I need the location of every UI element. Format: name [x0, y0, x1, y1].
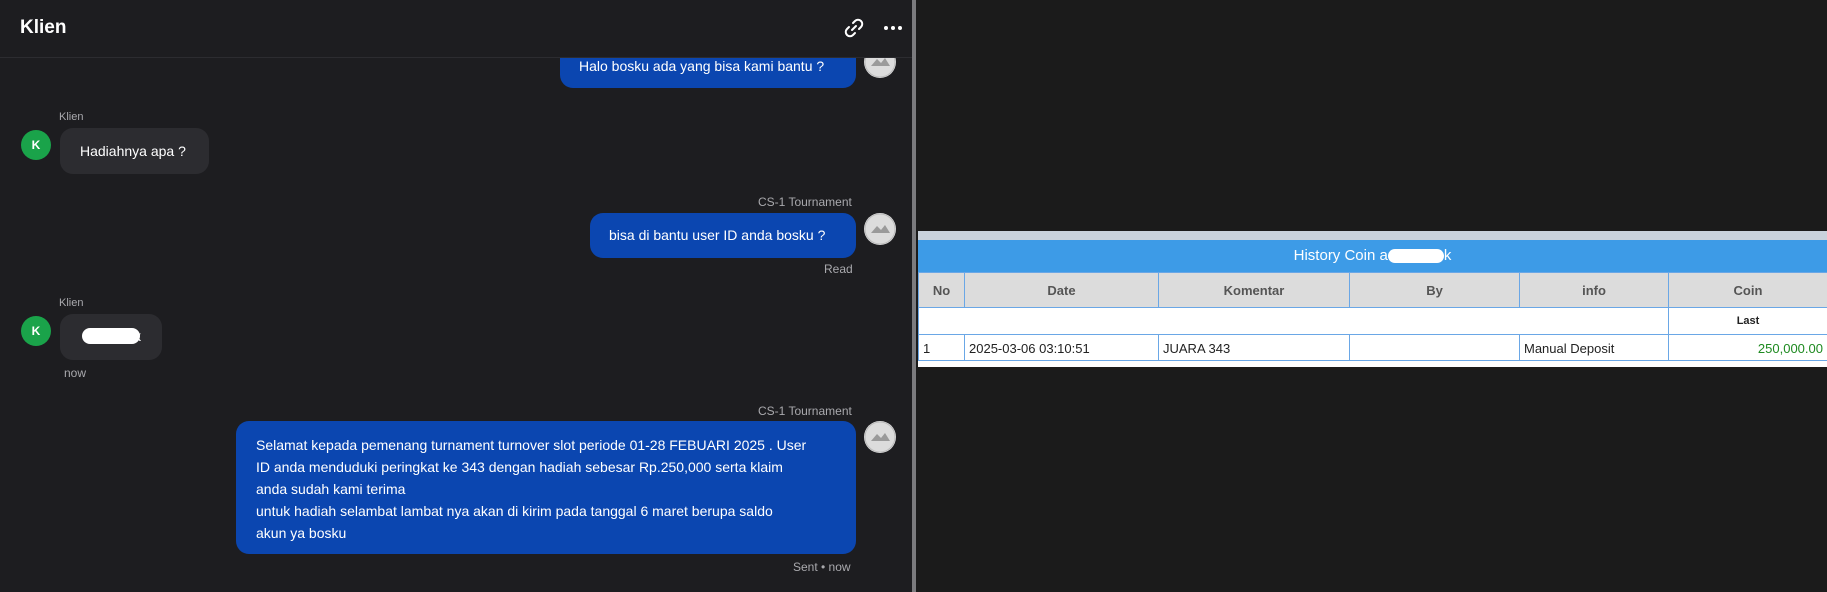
cell-date: 2025-03-06 03:10:51 — [964, 334, 1159, 362]
cell-info: Manual Deposit — [1519, 334, 1669, 362]
table-row: 1 2025-03-06 03:10:51 JUARA 343 Manual D… — [918, 334, 1827, 362]
agent-avatar — [864, 421, 896, 453]
cell-no: 1 — [918, 334, 965, 362]
column-header-date[interactable]: Date — [964, 272, 1159, 308]
chat-title: Klien — [20, 17, 67, 38]
cell-komentar: JUARA 343 — [1158, 334, 1350, 362]
column-header-info[interactable]: info — [1519, 272, 1669, 308]
message-line: Selamat kepada pemenang turnament turnov… — [256, 437, 807, 453]
redaction-mark — [1387, 249, 1444, 264]
message-text: Halo bosku ada yang bisa kami bantu ? — [579, 58, 825, 74]
chat-header: Klien — [0, 0, 912, 58]
sender-name: CS-1 Tournament — [758, 404, 852, 418]
subheader-last: Last — [1668, 307, 1827, 335]
message-text: bisa di bantu user ID anda bosku ? — [609, 227, 826, 243]
message-incoming: k — [60, 314, 162, 360]
agent-avatar — [864, 213, 896, 245]
chat-panel: Klien Halo bosku ada yang bisa kami bant… — [0, 0, 912, 592]
message-line: ID anda menduduki peringkat ke 343 denga… — [256, 459, 783, 475]
message-line: untuk hadiah selambat lambat nya akan di… — [256, 503, 773, 519]
table-header-row: No Date Komentar By info Coin — [918, 272, 1827, 308]
message-line: akun ya bosku — [256, 525, 347, 541]
message-time: now — [64, 366, 87, 380]
column-header-komentar[interactable]: Komentar — [1158, 272, 1350, 308]
history-table: No Date Komentar By info Coin Last 1 202… — [918, 272, 1827, 362]
message-text: k — [134, 328, 141, 344]
history-title: History Coin a k — [918, 240, 1827, 272]
sender-name: Klien — [59, 111, 84, 123]
sender-name: Klien — [59, 297, 84, 309]
subheader-spacer — [918, 307, 1669, 335]
history-title-suffix: k — [1443, 247, 1452, 264]
message-status: Sent • now — [793, 560, 851, 574]
column-header-coin[interactable]: Coin — [1668, 272, 1827, 308]
message-outgoing: bisa di bantu user ID anda bosku ? — [590, 213, 856, 258]
more-options-icon[interactable] — [881, 16, 905, 40]
message-text: Hadiahnya apa ? — [80, 143, 186, 159]
history-title-text: History Coin a — [1293, 247, 1388, 264]
message-outgoing: Selamat kepada pemenang turnament turnov… — [236, 421, 856, 554]
link-icon[interactable] — [842, 16, 866, 40]
redaction-mark — [82, 328, 140, 344]
table-subheader-row: Last — [918, 307, 1827, 335]
column-header-by[interactable]: By — [1349, 272, 1520, 308]
message-incoming: Hadiahnya apa ? — [60, 128, 209, 174]
avatar: K — [21, 130, 51, 160]
cell-by — [1349, 334, 1520, 362]
column-header-no[interactable]: No — [918, 272, 965, 308]
cell-coin: 250,000.00 — [1668, 334, 1827, 362]
message-status: Read — [824, 262, 853, 276]
sender-name: CS-1 Tournament — [758, 195, 852, 209]
table-next-row-edge — [918, 360, 1827, 367]
message-line: anda sudah kami terima — [256, 481, 406, 497]
avatar: K — [21, 316, 51, 346]
